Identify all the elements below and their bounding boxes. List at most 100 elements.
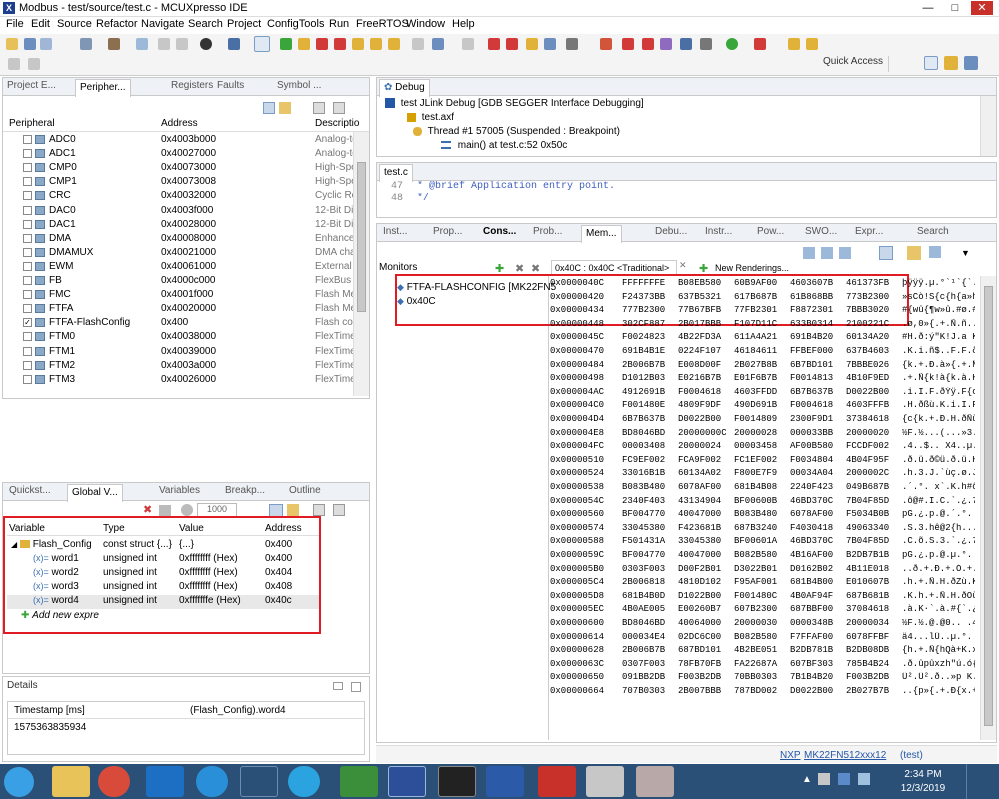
memory-word[interactable]: B2DB08DB bbox=[846, 645, 889, 655]
memory-word[interactable]: D0022B00 bbox=[678, 414, 721, 424]
menu-search[interactable]: Search bbox=[188, 18, 223, 30]
menu-help[interactable]: Help bbox=[452, 18, 475, 30]
memory-word[interactable]: 20000000C bbox=[678, 428, 727, 438]
memory-row[interactable]: 0x000005D8 681B4B0D D1022B00 F001480C 4B0AF9… bbox=[550, 591, 975, 604]
memory-word[interactable]: 2B017BBB bbox=[678, 319, 721, 329]
col-flash-config-word4[interactable]: (Flash_Config).word4 bbox=[190, 705, 286, 716]
memory-word[interactable]: 607B2300 bbox=[734, 604, 777, 614]
memory-word[interactable]: 20000028 bbox=[734, 428, 777, 438]
memory-word[interactable]: F800E7F9 bbox=[734, 468, 777, 478]
memory-ascii[interactable]: #H.ð:ý"K!J.a K.i J.` bbox=[902, 332, 975, 342]
memory-row[interactable]: 0x00000628 2B006B7B 687BD101 4B2BE051 B2DB78… bbox=[550, 645, 975, 658]
chip-icon[interactable] bbox=[642, 38, 654, 50]
memory-word[interactable]: 4B0AE005 bbox=[622, 604, 665, 614]
memory-word[interactable]: FFFFFFFE bbox=[622, 278, 665, 288]
tab-memory[interactable]: Mem... bbox=[581, 225, 622, 243]
cmd-taskbar-icon[interactable] bbox=[438, 766, 476, 797]
redo-icon[interactable] bbox=[176, 38, 188, 50]
memory-word[interactable]: B2DB7B1B bbox=[846, 550, 889, 560]
memory-row[interactable]: 0x000004E8 BD8046BD 20000000C 20000028 00003… bbox=[550, 428, 975, 441]
memory-word[interactable]: FA22687A bbox=[734, 659, 777, 669]
tile-taskbar-icon[interactable] bbox=[240, 766, 278, 797]
memory-word[interactable]: 4603607B bbox=[790, 278, 833, 288]
memory-row[interactable]: 0x00000498 D1012B03 E0216B7B E01F6B7B F00148… bbox=[550, 373, 975, 386]
memory-word[interactable]: 687BD101 bbox=[678, 645, 721, 655]
memory-word[interactable]: 777B2300 bbox=[622, 305, 665, 315]
green-app-taskbar-icon[interactable] bbox=[340, 766, 378, 797]
memory-word[interactable]: 681B4B08 bbox=[734, 482, 777, 492]
peripheral-checkbox[interactable] bbox=[23, 289, 32, 299]
peripheral-checkbox[interactable] bbox=[23, 148, 32, 158]
filter-icon[interactable] bbox=[279, 102, 291, 114]
memory-word[interactable]: 2B027B8B bbox=[734, 360, 777, 370]
memory-ascii[interactable]: .à.K·`.à.#{`.¿{h.F.7 bbox=[902, 604, 975, 614]
debug-launch[interactable]: test JLink Debug [GDB SEGGER Interface D… bbox=[385, 98, 644, 112]
memory-word[interactable]: 2B007BBB bbox=[678, 686, 721, 696]
memory-word[interactable]: D3022B01 bbox=[734, 564, 777, 574]
close-button[interactable]: ✕ bbox=[971, 1, 993, 15]
status-project[interactable]: (test) bbox=[900, 750, 923, 761]
remove-icon[interactable]: ✖ bbox=[143, 505, 153, 516]
memory-word[interactable]: 2300F9D1 bbox=[790, 414, 833, 424]
memory-ascii[interactable]: ½F.½.@.@0.. .4..4.. bbox=[902, 618, 975, 628]
memory-word[interactable]: 49063340 bbox=[846, 523, 889, 533]
memory-word[interactable]: 091BB2DB bbox=[622, 672, 665, 682]
restart-icon[interactable] bbox=[488, 38, 500, 50]
memory-word[interactable]: 0224F107 bbox=[678, 346, 721, 356]
tab-search[interactable]: Search bbox=[917, 226, 949, 242]
live-refresh-icon[interactable] bbox=[181, 504, 193, 516]
memory-word[interactable]: 2B006B7B bbox=[622, 360, 665, 370]
memory-word[interactable]: D00F2B01 bbox=[678, 564, 721, 574]
memory-word[interactable]: 6078AF00 bbox=[790, 509, 833, 519]
memory-row[interactable]: 0x000004FC 00003408 20000024 00003458 AF00B5… bbox=[550, 441, 975, 454]
close-rendering-icon[interactable]: ✕ bbox=[679, 260, 687, 271]
memory-row[interactable]: 0x00000664 707B0303 2B007BBB 787BD002 D0022B… bbox=[550, 686, 975, 699]
terminate-icon[interactable] bbox=[228, 38, 240, 50]
mem-settings-icon[interactable] bbox=[929, 246, 941, 258]
gear-icon[interactable] bbox=[700, 38, 712, 50]
tray-device-icon[interactable] bbox=[858, 773, 870, 785]
memory-word[interactable]: F0014809 bbox=[734, 414, 777, 424]
peripheral-row[interactable]: ADC0 0x4003b000 Analog-to bbox=[23, 134, 353, 148]
memory-ascii[interactable]: »sCò!S{c{h{a»h»a.#;w bbox=[902, 292, 975, 302]
memory-word[interactable]: F0034804 bbox=[790, 455, 833, 465]
skip-breakpoints-icon[interactable] bbox=[254, 36, 270, 52]
memory-row[interactable]: 0x00000588 F501431A 33045380 BF00601A 46BD37… bbox=[550, 536, 975, 549]
tab-swo[interactable]: SWO... bbox=[805, 226, 837, 242]
memory-word[interactable]: B08EB580 bbox=[678, 278, 721, 288]
memory-word[interactable]: 6078AF00 bbox=[678, 482, 721, 492]
memory-word[interactable]: 7BBBE026 bbox=[846, 360, 889, 370]
memory-row[interactable]: 0x0000063C 0307F003 78FB70FB FA22687A 607BF3… bbox=[550, 659, 975, 672]
memory-word[interactable]: 0000348B bbox=[790, 618, 833, 628]
tab-faults[interactable]: Faults bbox=[217, 80, 244, 96]
memory-word[interactable]: 6078FFBF bbox=[846, 632, 889, 642]
new-icon[interactable] bbox=[6, 38, 18, 50]
memory-word[interactable]: 00003408 bbox=[622, 441, 665, 451]
memory-ascii[interactable]: {k.+.Ð.à»{.+.Ñ{k&à»{ bbox=[902, 360, 975, 370]
col-peripheral[interactable]: Peripheral bbox=[9, 118, 55, 129]
memory-ascii[interactable]: .+.Ñ{k!à{k.à.H.ðíù.K bbox=[902, 373, 975, 383]
tab-power[interactable]: Pow... bbox=[757, 226, 784, 242]
memory-word[interactable]: 2100221C bbox=[846, 319, 889, 329]
peripheral-checkbox[interactable] bbox=[23, 346, 32, 356]
memory-word[interactable]: 049B687B bbox=[846, 482, 889, 492]
memory-row[interactable]: 0x000005B0 0303F003 D00F2B01 D3022B01 D0162B… bbox=[550, 564, 975, 577]
memory-row[interactable]: 0x0000054C 2340F403 43134904 BF00600B 46BD37… bbox=[550, 496, 975, 509]
memory-word[interactable]: 6B7BD101 bbox=[790, 360, 833, 370]
tray-network-icon[interactable] bbox=[818, 773, 830, 785]
memory-word[interactable]: FC1EF002 bbox=[734, 455, 777, 465]
memory-ascii[interactable]: .´.°.¯x`.K.h#ô@"{h.. bbox=[902, 482, 975, 492]
memory-row[interactable]: 0x00000524 33016B1B 60134A02 F800E7F9 00034A… bbox=[550, 468, 975, 481]
peripheral-checkbox[interactable] bbox=[23, 275, 32, 285]
memory-word[interactable]: B083B480 bbox=[622, 482, 665, 492]
tool-taskbar-icon[interactable] bbox=[586, 766, 624, 797]
memory-word[interactable]: 4B11E018 bbox=[846, 564, 889, 574]
memory-word[interactable]: 490D691B bbox=[734, 400, 777, 410]
peripheral-checkbox[interactable] bbox=[23, 134, 32, 144]
forward-icon[interactable] bbox=[28, 58, 40, 70]
peripheral-checkbox[interactable] bbox=[23, 233, 32, 243]
memory-word[interactable]: 4B2BE051 bbox=[734, 645, 777, 655]
memory-word[interactable]: 000033BB bbox=[790, 428, 833, 438]
disconnect-icon[interactable] bbox=[334, 38, 346, 50]
step-over-icon[interactable] bbox=[370, 38, 382, 50]
